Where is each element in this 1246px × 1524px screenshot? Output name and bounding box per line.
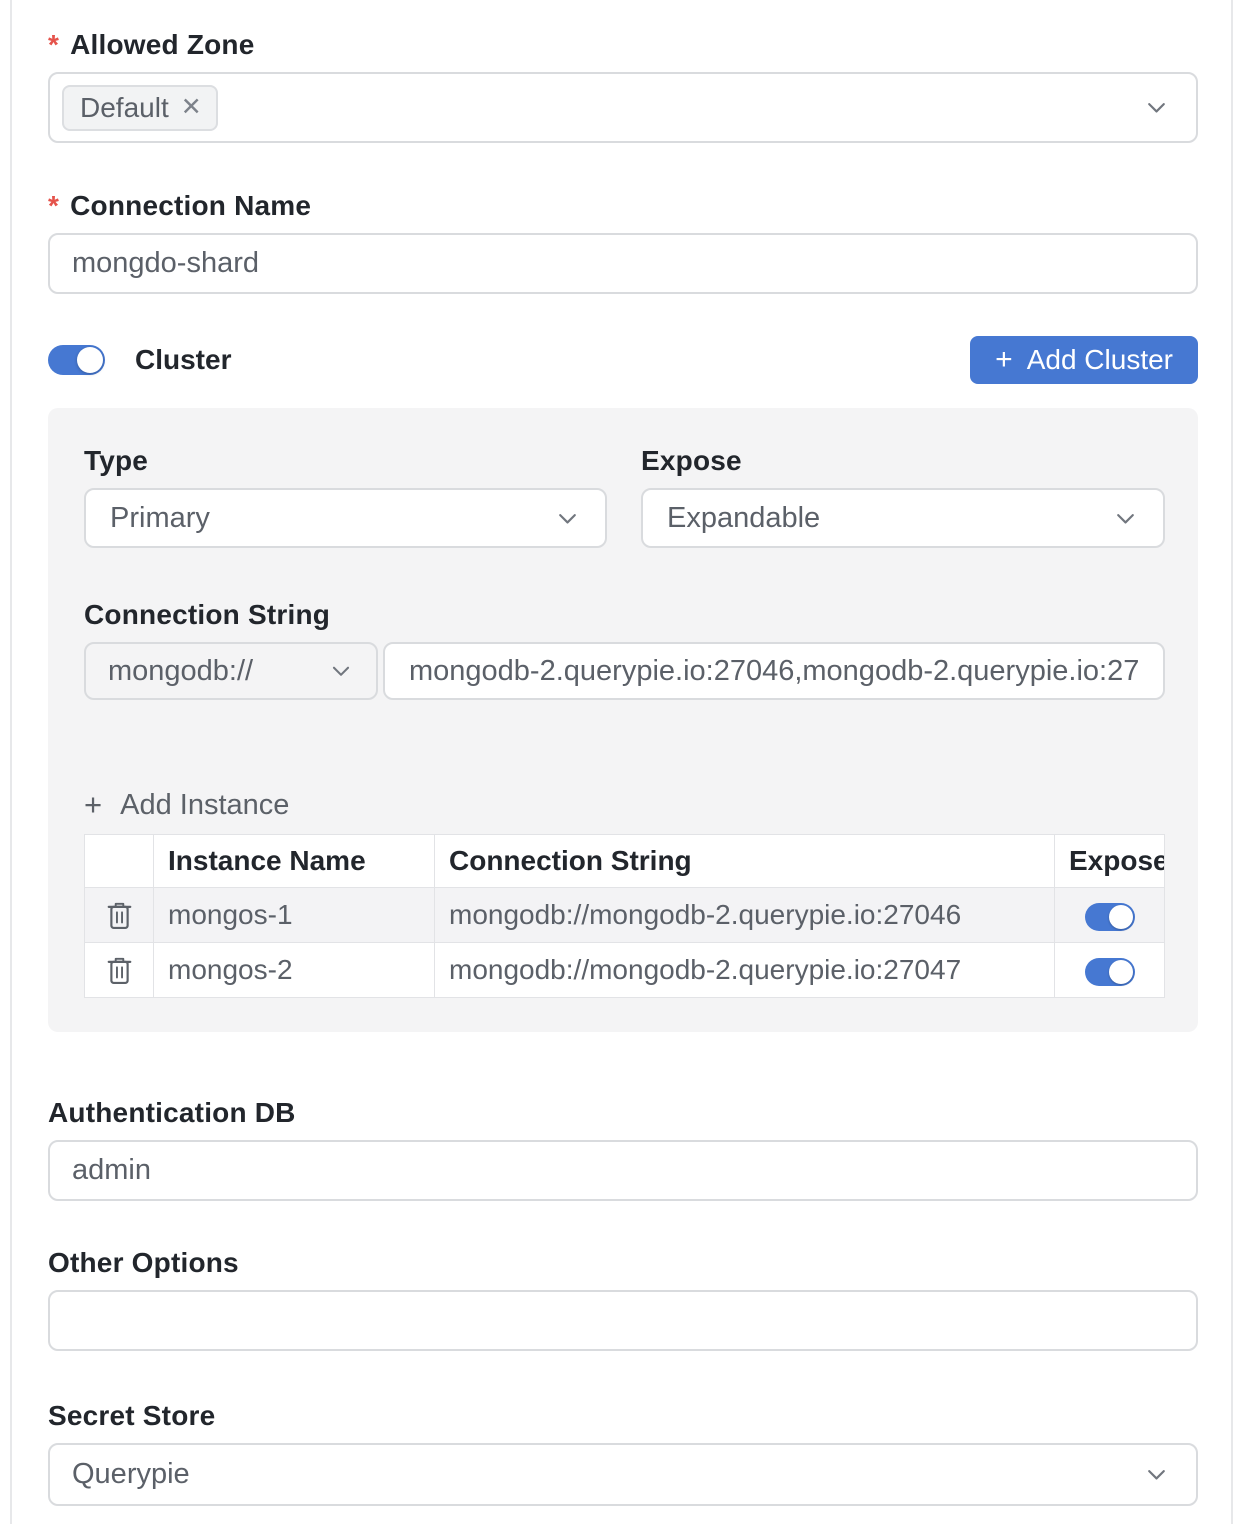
connection-string-input[interactable]: [383, 642, 1165, 700]
trash-icon: [104, 954, 135, 987]
connection-name-field: * Connection Name: [48, 189, 1198, 294]
type-expose-row: Type Primary Expose Expandable: [84, 444, 1165, 548]
instance-name-column-header: Instance Name: [154, 835, 435, 888]
table-row: mongos-1 mongodb://mongodb-2.querypie.io…: [85, 888, 1165, 943]
cluster-panel: Type Primary Expose Expandable Connectio…: [48, 408, 1198, 1032]
allowed-zone-tag: Default ✕: [62, 85, 218, 131]
expose-label: Expose: [641, 444, 1165, 478]
type-field: Type Primary: [84, 444, 607, 548]
other-options-input[interactable]: [48, 1290, 1198, 1351]
allowed-zone-select[interactable]: Default ✕: [48, 72, 1198, 143]
add-instance-button[interactable]: + Add Instance: [84, 788, 289, 822]
expose-toggle[interactable]: [1085, 903, 1135, 931]
add-cluster-button-label: Add Cluster: [1027, 344, 1173, 376]
plus-icon: +: [995, 345, 1013, 375]
connection-string-cell: mongodb://mongodb-2.querypie.io:27046: [435, 888, 1055, 943]
protocol-select[interactable]: mongodb://: [84, 642, 378, 700]
type-label: Type: [84, 444, 607, 478]
connection-string-cell: mongodb://mongodb-2.querypie.io:27047: [435, 943, 1055, 998]
remove-tag-icon[interactable]: ✕: [181, 95, 202, 120]
cluster-toggle-label: Cluster: [135, 344, 231, 376]
expose-field: Expose Expandable: [641, 444, 1165, 548]
trash-icon: [104, 899, 135, 932]
allowed-zone-tag-label: Default: [80, 92, 169, 124]
authentication-db-field: Authentication DB: [48, 1096, 1198, 1201]
protocol-select-value: mongodb://: [108, 655, 253, 688]
chevron-down-icon: [1143, 94, 1170, 121]
connection-string-group: mongodb://: [84, 642, 1165, 700]
delete-instance-button[interactable]: [104, 954, 135, 987]
add-instance-label: Add Instance: [120, 788, 289, 822]
other-options-label: Other Options: [48, 1246, 1198, 1280]
required-asterisk: *: [48, 189, 59, 223]
cluster-toggle-group: Cluster: [48, 344, 231, 376]
secret-store-select[interactable]: Querypie: [48, 1443, 1198, 1506]
authentication-db-label: Authentication DB: [48, 1096, 1198, 1130]
connection-string-field: Connection String mongodb://: [84, 598, 1165, 700]
secret-store-label: Secret Store: [48, 1399, 1198, 1433]
delete-instance-button[interactable]: [104, 899, 135, 932]
expose-select[interactable]: Expandable: [641, 488, 1165, 548]
type-select-value: Primary: [110, 502, 210, 535]
cluster-row: Cluster + Add Cluster: [48, 336, 1198, 384]
secret-store-value: Querypie: [72, 1458, 190, 1491]
authentication-db-input[interactable]: [48, 1140, 1198, 1201]
instance-name-cell: mongos-1: [154, 888, 435, 943]
other-options-field: Other Options: [48, 1246, 1198, 1351]
table-row: mongos-2 mongodb://mongodb-2.querypie.io…: [85, 943, 1165, 998]
connection-string-column-header: Connection String: [435, 835, 1055, 888]
connection-string-label: Connection String: [84, 598, 1165, 632]
chevron-down-icon: [554, 505, 581, 532]
add-cluster-button[interactable]: + Add Cluster: [970, 336, 1198, 384]
connection-form: * Allowed Zone Default ✕ * Connection Na…: [10, 0, 1233, 1524]
chevron-down-icon: [328, 658, 354, 684]
allowed-zone-label: * Allowed Zone: [48, 28, 1198, 62]
chevron-down-icon: [1112, 505, 1139, 532]
type-select[interactable]: Primary: [84, 488, 607, 548]
cluster-toggle[interactable]: [48, 345, 105, 375]
chevron-down-icon: [1143, 1461, 1170, 1488]
required-asterisk: *: [48, 28, 59, 62]
instance-table: Instance Name Connection String Expose m…: [84, 834, 1165, 998]
connection-name-label: * Connection Name: [48, 189, 1198, 223]
connection-name-input[interactable]: [48, 233, 1198, 294]
instance-table-header-row: Instance Name Connection String Expose: [85, 835, 1165, 888]
delete-column-header: [85, 835, 154, 888]
expose-toggle[interactable]: [1085, 958, 1135, 986]
secret-store-field: Secret Store Querypie: [48, 1399, 1198, 1506]
allowed-zone-field: * Allowed Zone Default ✕: [48, 28, 1198, 143]
expose-column-header: Expose: [1055, 835, 1165, 888]
instance-name-cell: mongos-2: [154, 943, 435, 998]
allowed-zone-label-text: Allowed Zone: [70, 28, 254, 62]
connection-name-label-text: Connection Name: [70, 189, 311, 223]
expose-select-value: Expandable: [667, 502, 820, 535]
plus-icon: +: [84, 788, 102, 822]
